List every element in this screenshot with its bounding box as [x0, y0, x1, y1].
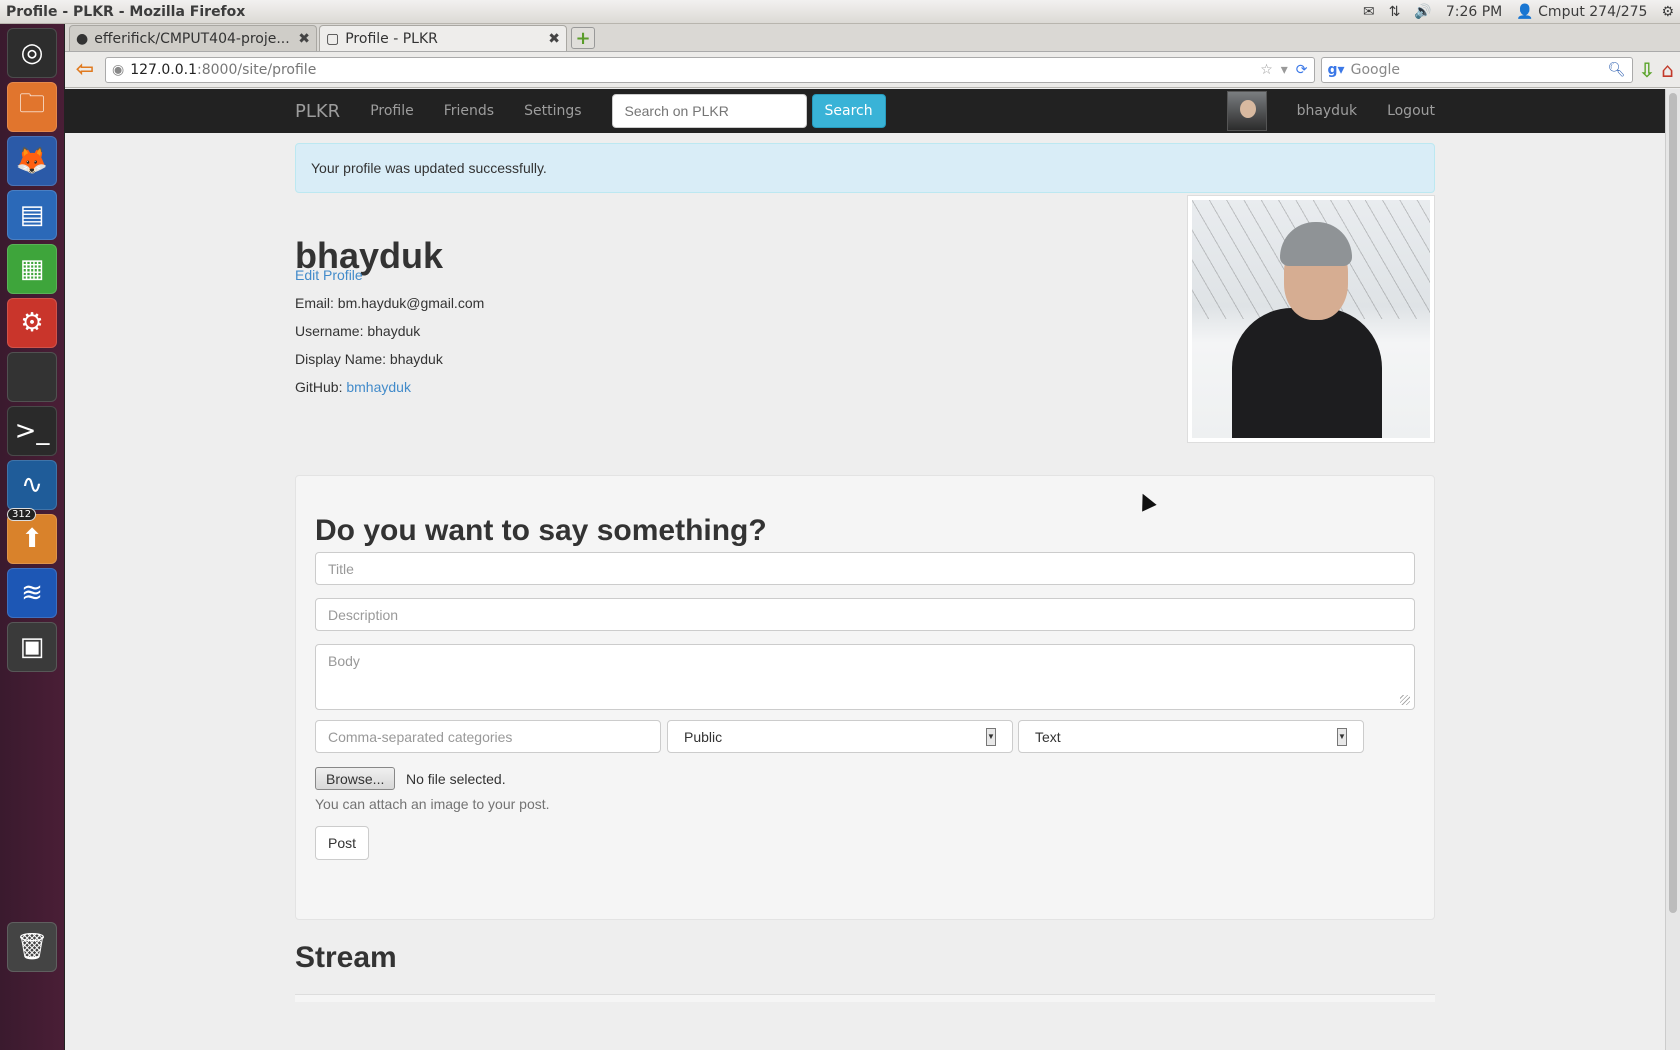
- new-post-form: Do you want to say something? Title Desc…: [295, 475, 1435, 920]
- nav-friends[interactable]: Friends: [444, 103, 494, 119]
- launcher-writer-icon[interactable]: ▤: [7, 190, 57, 240]
- tab-close-icon[interactable]: ✖: [298, 31, 310, 47]
- nav-settings[interactable]: Settings: [524, 103, 581, 119]
- nav-user[interactable]: bhayduk: [1297, 103, 1358, 119]
- resize-grip-icon[interactable]: [1400, 695, 1410, 705]
- web-search-placeholder: Google: [1350, 61, 1400, 78]
- file-status: No file selected.: [406, 771, 506, 787]
- web-search-box[interactable]: g▾ Google 🔍︎: [1320, 56, 1633, 83]
- navigation-toolbar: ⇦ ◉ 127.0.0.1:8000/site/profile ☆ ▾ ⟳ g▾…: [65, 52, 1680, 88]
- launcher-blank-app-icon[interactable]: [7, 352, 57, 402]
- search-icon[interactable]: 🔍︎: [1608, 62, 1626, 78]
- site-search-input[interactable]: [611, 94, 807, 128]
- globe-icon: ◉: [112, 61, 125, 78]
- back-arrow-icon: ⇦: [75, 57, 95, 82]
- tab-github[interactable]: ● efferifick/CMPUT404-proje... ✖: [69, 25, 317, 51]
- launcher-dash-icon[interactable]: ◎: [7, 28, 57, 78]
- attach-help-text: You can attach an image to your post.: [315, 796, 550, 812]
- post-button[interactable]: Post: [315, 826, 369, 860]
- page-viewport: PLKR Profile Friends Settings Search bha…: [65, 89, 1665, 1050]
- launcher-update-manager-icon[interactable]: ⬆ 312: [7, 508, 57, 564]
- page-icon: ▢: [326, 30, 340, 47]
- chevron-down-icon: ▼: [986, 727, 996, 746]
- session-gear-icon[interactable]: ⚙: [1661, 4, 1674, 20]
- plus-icon: +: [575, 27, 591, 49]
- username-line: Username: bhayduk: [295, 323, 421, 339]
- categories-input[interactable]: Comma-separated categories: [315, 720, 661, 753]
- content-type-select[interactable]: Text ▼: [1018, 720, 1364, 753]
- user-menu-label: Cmput 274/275: [1538, 3, 1648, 20]
- home-icon[interactable]: ⌂: [1661, 58, 1674, 82]
- tab-close-icon[interactable]: ✖: [548, 31, 560, 47]
- new-tab-button[interactable]: +: [571, 27, 595, 49]
- launcher-system-settings-icon[interactable]: ⚙: [7, 298, 57, 348]
- top-panel: Profile - PLKR - Mozilla Firefox ✉ ⇅ 🔊 7…: [0, 0, 1680, 24]
- github-label: GitHub:: [295, 379, 347, 395]
- browse-file-button[interactable]: Browse...: [315, 767, 396, 790]
- tab-label: Profile - PLKR: [345, 30, 438, 47]
- github-icon: ●: [76, 30, 89, 47]
- user-icon: 👤: [1516, 3, 1534, 20]
- email-line: Email: bm.hayduk@gmail.com: [295, 295, 485, 311]
- profile-photo: [1187, 195, 1435, 443]
- system-tray: ✉ ⇅ 🔊 7:26 PM 👤 Cmput 274/275 ⚙: [1363, 4, 1674, 20]
- success-alert: Your profile was updated successfully.: [295, 143, 1435, 193]
- post-form-heading: Do you want to say something?: [315, 514, 767, 547]
- nav-logout[interactable]: Logout: [1387, 103, 1435, 119]
- network-icon[interactable]: ⇅: [1389, 4, 1401, 20]
- stream-panel: [295, 994, 1435, 1002]
- update-count-badge: 312: [7, 508, 37, 521]
- launcher-terminal-icon[interactable]: >_: [7, 406, 57, 456]
- download-icon[interactable]: ⇩: [1639, 58, 1656, 82]
- post-title-input[interactable]: Title: [315, 552, 1415, 585]
- url-bar[interactable]: ◉ 127.0.0.1:8000/site/profile ☆ ▾ ⟳: [105, 56, 1315, 83]
- display-name-line: Display Name: bhayduk: [295, 351, 443, 367]
- url-host: 127.0.0.1: [130, 61, 198, 78]
- volume-icon[interactable]: 🔊: [1414, 4, 1431, 20]
- tab-label: efferifick/CMPUT404-proje...: [94, 30, 290, 47]
- scroll-thumb[interactable]: [1669, 93, 1677, 913]
- chevron-down-icon: ▼: [1337, 727, 1347, 746]
- back-button[interactable]: ⇦: [71, 57, 99, 83]
- launcher-workspaces-icon[interactable]: ▣: [7, 622, 57, 672]
- google-icon: g▾: [1327, 61, 1345, 78]
- stream-heading: Stream: [295, 941, 397, 974]
- url-path: :8000/site/profile: [197, 61, 317, 78]
- user-menu[interactable]: 👤 Cmput 274/275: [1516, 4, 1647, 20]
- tab-profile[interactable]: ▢ Profile - PLKR ✖: [319, 25, 567, 51]
- launcher-calc-icon[interactable]: ▦: [7, 244, 57, 294]
- launcher-wireshark-icon[interactable]: ∿: [7, 460, 57, 510]
- launcher-java-app-icon[interactable]: ≋: [7, 568, 57, 618]
- launcher-firefox-icon[interactable]: 🦊: [7, 136, 57, 186]
- clock[interactable]: 7:26 PM: [1446, 4, 1502, 20]
- github-line: GitHub: bmhayduk: [295, 379, 411, 395]
- launcher: ◎ 🗀 🦊 ▤ ▦ ⚙ >_ ∿ ⬆ 312 ≋ ▣ 🗑: [0, 24, 65, 1050]
- visibility-select[interactable]: Public ▼: [667, 720, 1013, 753]
- post-body-placeholder: Body: [328, 653, 360, 669]
- launcher-files-icon[interactable]: 🗀: [7, 82, 57, 132]
- mail-icon[interactable]: ✉: [1363, 4, 1375, 20]
- launcher-trash-icon[interactable]: 🗑: [7, 922, 57, 972]
- bookmark-star-icon[interactable]: ☆: [1260, 62, 1273, 78]
- site-navbar: PLKR Profile Friends Settings Search bha…: [65, 89, 1665, 133]
- post-body-textarea[interactable]: Body: [315, 644, 1415, 710]
- brand-link[interactable]: PLKR: [295, 101, 340, 122]
- firefox-window: ● efferifick/CMPUT404-proje... ✖ ▢ Profi…: [65, 24, 1680, 1050]
- page-scrollbar[interactable]: [1665, 89, 1680, 1050]
- content-type-value: Text: [1035, 728, 1061, 745]
- site-search-button[interactable]: Search: [811, 94, 886, 128]
- github-link[interactable]: bmhayduk: [346, 379, 411, 395]
- avatar[interactable]: [1226, 91, 1267, 131]
- window-title: Profile - PLKR - Mozilla Firefox: [6, 3, 246, 20]
- nav-profile[interactable]: Profile: [370, 103, 414, 119]
- reload-icon[interactable]: ⟳: [1296, 62, 1308, 78]
- tab-strip: ● efferifick/CMPUT404-proje... ✖ ▢ Profi…: [65, 24, 1680, 52]
- post-description-input[interactable]: Description: [315, 598, 1415, 631]
- edit-profile-link[interactable]: Edit Profile: [295, 267, 363, 283]
- visibility-value: Public: [684, 728, 723, 745]
- history-dropdown-icon[interactable]: ▾: [1281, 62, 1288, 78]
